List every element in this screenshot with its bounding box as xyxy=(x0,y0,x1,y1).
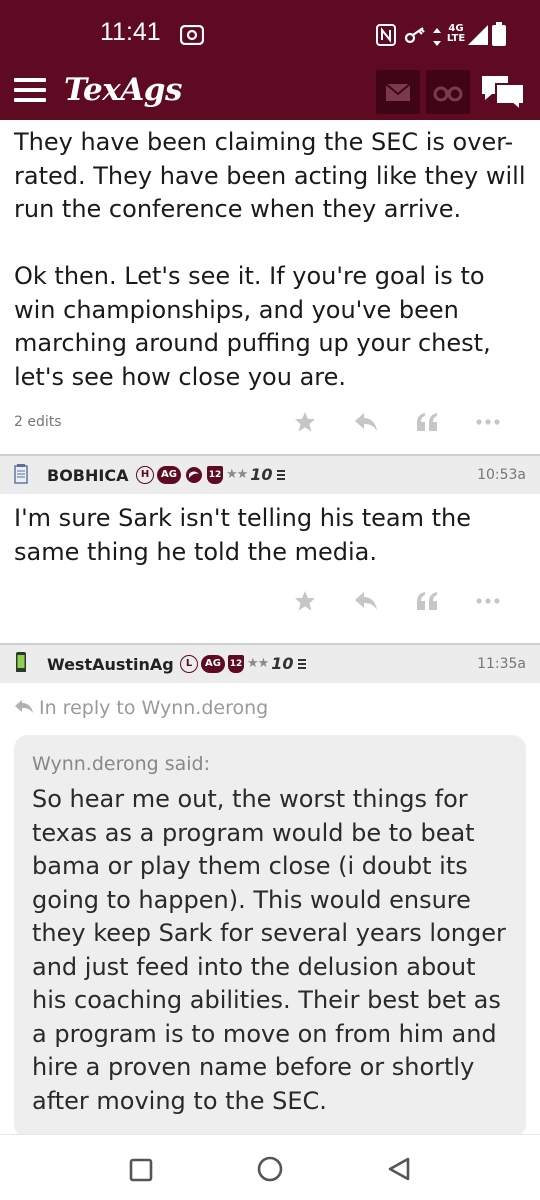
key-icon xyxy=(404,27,425,44)
post-body: I'm sure Sark isn't telling his team the… xyxy=(14,504,472,566)
star-icon xyxy=(294,591,315,611)
post-actions xyxy=(274,402,518,442)
username[interactable]: WestAustinAg xyxy=(47,655,174,674)
rank-bars-icon xyxy=(276,469,285,480)
mail-icon xyxy=(385,83,411,101)
quote-block: Wynn.derong said: So hear me out, the wo… xyxy=(14,735,526,1134)
badge-rank: 10 xyxy=(250,465,273,484)
battery-icon xyxy=(492,22,506,46)
more-icon xyxy=(475,419,500,425)
home-circle-icon[interactable] xyxy=(256,1155,284,1183)
screen-record-icon xyxy=(180,25,204,45)
badge-ag: AG xyxy=(157,465,181,484)
status-bar: 11:41 4G LTE xyxy=(0,0,540,64)
phone-icon xyxy=(16,652,26,672)
menu-icon[interactable] xyxy=(14,78,46,104)
reply-to-text: In reply to Wynn.derong xyxy=(39,697,269,719)
post: WestAustinAg L AG 12 ★★ 10 11:35a In rep… xyxy=(0,643,540,1134)
reply-button[interactable] xyxy=(335,402,396,442)
quote-button[interactable] xyxy=(396,581,457,621)
post-paragraph: They have been claiming the SEC is over-… xyxy=(14,128,526,223)
badge-rank: 10 xyxy=(271,654,294,673)
user-badges: L AG 12 ★★ 10 xyxy=(180,654,307,673)
quote-author[interactable]: Wynn.derong said: xyxy=(32,753,508,775)
reply-icon xyxy=(354,592,377,610)
more-button[interactable] xyxy=(457,581,518,621)
network-type-label: 4G LTE xyxy=(446,23,466,44)
edit-count[interactable]: 2 edits xyxy=(14,414,62,430)
badge-l: L xyxy=(180,654,198,673)
mail-button[interactable] xyxy=(376,70,420,114)
status-time: 11:41 xyxy=(100,18,161,46)
top-nav: TexAgs xyxy=(0,64,540,120)
quote-icon xyxy=(416,413,437,431)
badge-stars: ★★ xyxy=(246,656,269,671)
post-paragraph: Ok then. Let's see it. If you're goal is… xyxy=(14,262,491,391)
more-button[interactable] xyxy=(457,402,518,442)
more-icon xyxy=(475,598,500,604)
star-button[interactable] xyxy=(274,402,335,442)
signal-icon xyxy=(468,25,488,45)
post-body: They have been claiming the SEC is over-… xyxy=(0,126,540,394)
team-logo-icon xyxy=(185,466,202,483)
logo[interactable]: TexAgs xyxy=(64,72,182,108)
badge-h: H xyxy=(136,465,154,484)
badge-ag: AG xyxy=(201,654,225,673)
system-nav-bar xyxy=(0,1134,540,1200)
reply-icon xyxy=(15,700,33,713)
quote-icon xyxy=(416,592,437,610)
notepad-icon xyxy=(14,464,28,484)
chat-button[interactable] xyxy=(480,72,526,114)
quote-body: So hear me out, the worst things for tex… xyxy=(32,785,506,1115)
watchlist-button[interactable] xyxy=(426,70,470,114)
user-badges: H AG 12 ★★ 10 xyxy=(136,465,286,484)
reply-icon xyxy=(354,413,377,431)
post-header: WestAustinAg L AG 12 ★★ 10 11:35a xyxy=(0,643,540,683)
badge-12: 12 xyxy=(206,465,223,484)
binoculars-icon xyxy=(433,86,463,102)
back-triangle-icon[interactable] xyxy=(386,1156,412,1182)
chat-icon xyxy=(482,76,525,113)
badge-stars: ★★ xyxy=(225,467,248,482)
nfc-icon xyxy=(376,24,396,46)
post-footer xyxy=(0,581,540,631)
badge-12: 12 xyxy=(227,654,244,673)
post-actions xyxy=(274,581,518,621)
star-icon xyxy=(294,412,315,432)
post: They have been claiming the SEC is over-… xyxy=(0,120,540,448)
thread-content: They have been claiming the SEC is over-… xyxy=(0,120,540,1134)
post-time: 10:53a xyxy=(477,467,526,483)
data-arrows-icon xyxy=(433,28,441,46)
post: BOBHICA H AG 12 ★★ 10 10:53a I'm sure Sa… xyxy=(0,454,540,631)
quote-button[interactable] xyxy=(396,402,457,442)
reply-to-link[interactable]: In reply to Wynn.derong xyxy=(0,683,540,735)
reply-button[interactable] xyxy=(335,581,396,621)
post-footer: 2 edits xyxy=(0,402,540,448)
username[interactable]: BOBHICA xyxy=(47,466,128,485)
post-header: BOBHICA H AG 12 ★★ 10 10:53a xyxy=(0,454,540,494)
rank-bars-icon xyxy=(297,658,306,669)
post-time: 11:35a xyxy=(477,656,526,672)
recents-square-icon[interactable] xyxy=(128,1157,154,1183)
star-button[interactable] xyxy=(274,581,335,621)
